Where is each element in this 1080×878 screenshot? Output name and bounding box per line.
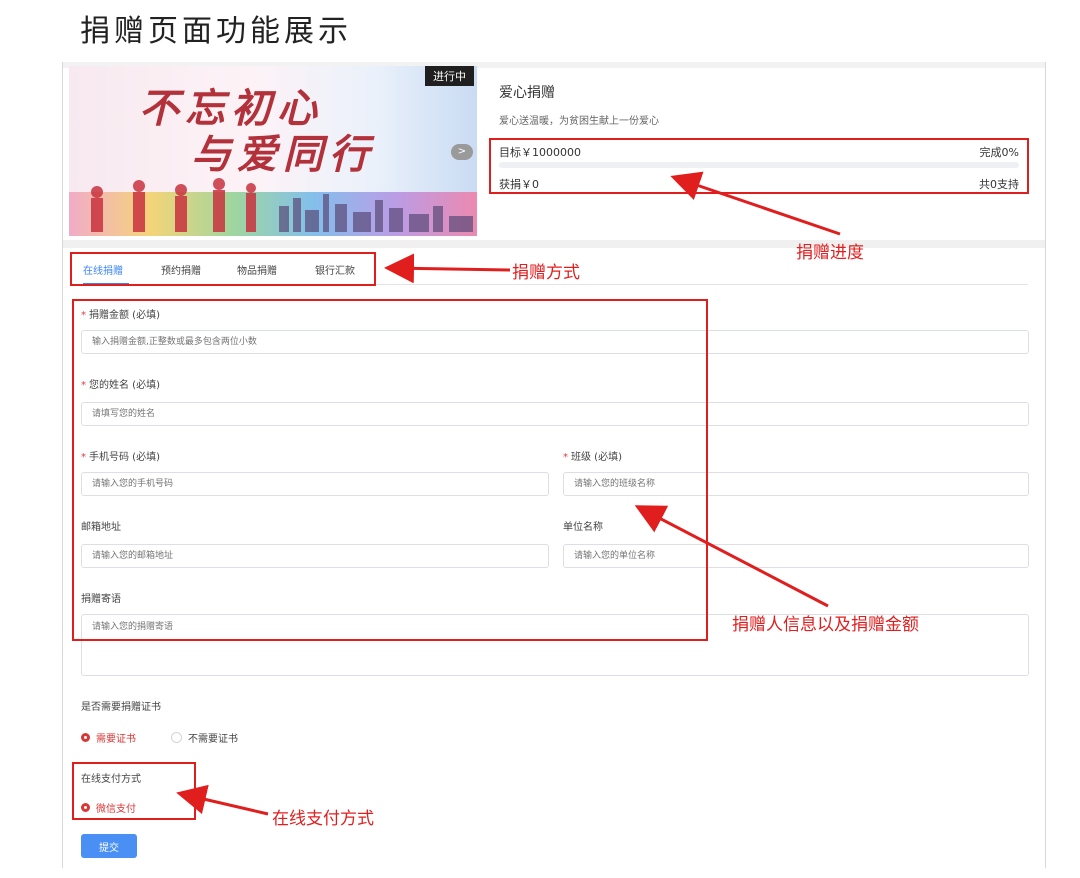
annotation-progress: 捐赠进度	[796, 243, 864, 263]
radio-selected-icon	[81, 733, 90, 742]
section-divider	[63, 240, 1045, 248]
progress-highlight-box	[489, 138, 1029, 194]
certificate-question: 是否需要捐赠证书	[81, 702, 161, 713]
banner-slogan-line2: 与爱同行	[191, 131, 375, 178]
method-highlight-box	[70, 252, 376, 286]
document-title: 捐赠页面功能展示	[80, 14, 352, 49]
radio-need-certificate[interactable]: 需要证书	[81, 730, 136, 745]
annotation-method: 捐赠方式	[512, 263, 580, 283]
status-badge: 进行中	[425, 66, 474, 86]
banner-silhouette	[91, 178, 473, 232]
radio-unselected-icon	[171, 732, 182, 743]
donor-info-highlight-box	[72, 299, 708, 641]
annotation-donor-info: 捐赠人信息以及捐赠金额	[732, 615, 919, 635]
submit-button[interactable]: 提交	[81, 834, 137, 858]
payment-highlight-box	[72, 762, 196, 820]
chevron-right-icon[interactable]: >	[451, 144, 473, 160]
project-banner-image: 不忘初心 与爱同行 >	[69, 66, 477, 236]
radio-no-certificate[interactable]: 不需要证书	[171, 730, 238, 745]
project-description: 爱心送温暖，为贫困生献上一份爱心	[499, 116, 659, 127]
annotation-payment: 在线支付方式	[272, 809, 374, 829]
project-title: 爱心捐赠	[499, 85, 555, 101]
